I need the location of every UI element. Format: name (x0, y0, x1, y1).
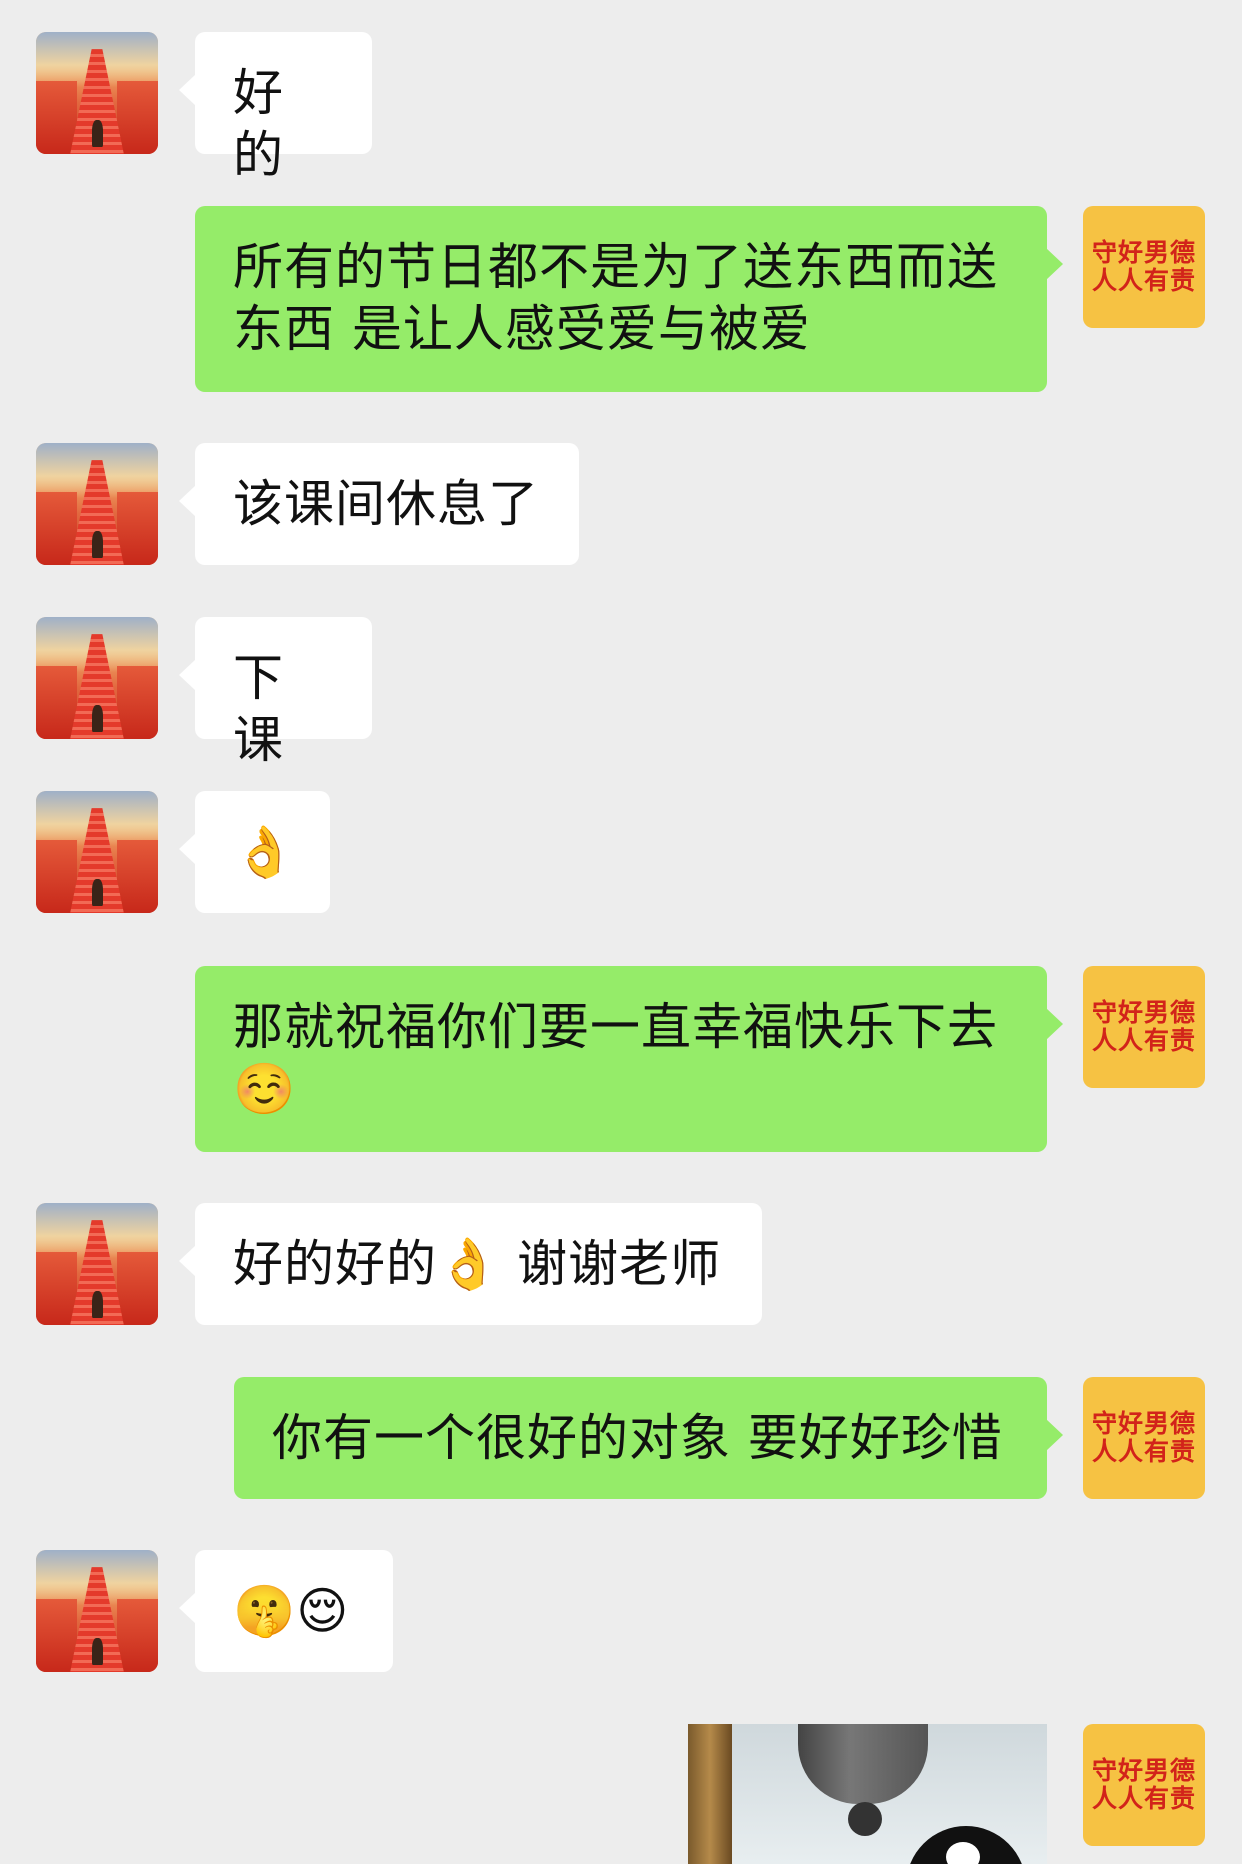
message-text: 该课间休息了 (233, 475, 539, 533)
incoming-message-bubble[interactable]: 下课 (179, 617, 372, 769)
my-avatar[interactable]: 守好男德 人人有责 (1083, 1377, 1205, 1499)
contact-avatar[interactable] (36, 617, 158, 739)
relieved-face-emoji: 😌 (296, 1582, 350, 1640)
message-text: 你有一个很好的对象 要好好珍惜 (272, 1409, 1003, 1467)
outgoing-message-bubble[interactable]: 你有一个很好的对象 要好好珍惜 (234, 1377, 1063, 1499)
my-avatar[interactable]: 守好男德 人人有责 (1083, 206, 1205, 328)
avatar-badge-text: 人人有责 (1091, 1437, 1196, 1466)
bell-and-penguin-photo[interactable] (688, 1724, 1047, 1864)
message-text: 好的 (233, 64, 284, 184)
incoming-message-bubble[interactable]: 好的好的👌 谢谢老师 (179, 1203, 762, 1325)
smiling-face-emoji: ☺️ (233, 1060, 297, 1118)
shushing-face-emoji: 🤫 (233, 1582, 297, 1640)
avatar-badge-text: 守好男德 (1091, 1756, 1196, 1785)
message-text-line: 所有的节日都不是为了送东西而送 (233, 238, 998, 296)
avatar-badge-text: 人人有责 (1091, 266, 1196, 295)
contact-avatar[interactable] (36, 791, 158, 913)
my-avatar[interactable]: 守好男德 人人有责 (1083, 966, 1205, 1088)
incoming-message-bubble[interactable]: 🤫😌 (179, 1550, 393, 1672)
incoming-message-bubble[interactable]: 该课间休息了 (179, 443, 579, 565)
message-text-line: 东西 是让人感受爱与被爱 (233, 300, 811, 358)
message-text: 下课 (233, 649, 284, 769)
contact-avatar[interactable] (36, 443, 158, 565)
message-text: 好的好的 (233, 1235, 437, 1293)
ok-hand-emoji: 👌 (233, 823, 297, 881)
avatar-badge-text: 人人有责 (1091, 1026, 1196, 1055)
incoming-message-bubble[interactable]: 👌 (179, 791, 330, 913)
avatar-badge-text: 守好男德 (1091, 1409, 1196, 1438)
contact-avatar[interactable] (36, 1550, 158, 1672)
message-text: 谢谢老师 (500, 1235, 722, 1293)
incoming-message-bubble[interactable]: 好的 (179, 32, 372, 184)
outgoing-message-bubble[interactable]: 那就祝福你们要一直幸福快乐下去 ☺️ (195, 966, 1063, 1152)
avatar-badge-text: 守好男德 (1091, 998, 1196, 1027)
my-avatar[interactable]: 守好男德 人人有责 (1083, 1724, 1205, 1846)
ok-hand-emoji: 👌 (437, 1235, 501, 1293)
outgoing-message-bubble[interactable]: 所有的节日都不是为了送东西而送 东西 是让人感受爱与被爱 (195, 206, 1063, 392)
contact-avatar[interactable] (36, 1203, 158, 1325)
avatar-badge-text: 守好男德 (1091, 238, 1196, 267)
avatar-badge-text: 人人有责 (1091, 1784, 1196, 1813)
message-text-line: 那就祝福你们要一直幸福快乐下去 (233, 998, 998, 1056)
contact-avatar[interactable] (36, 32, 158, 154)
